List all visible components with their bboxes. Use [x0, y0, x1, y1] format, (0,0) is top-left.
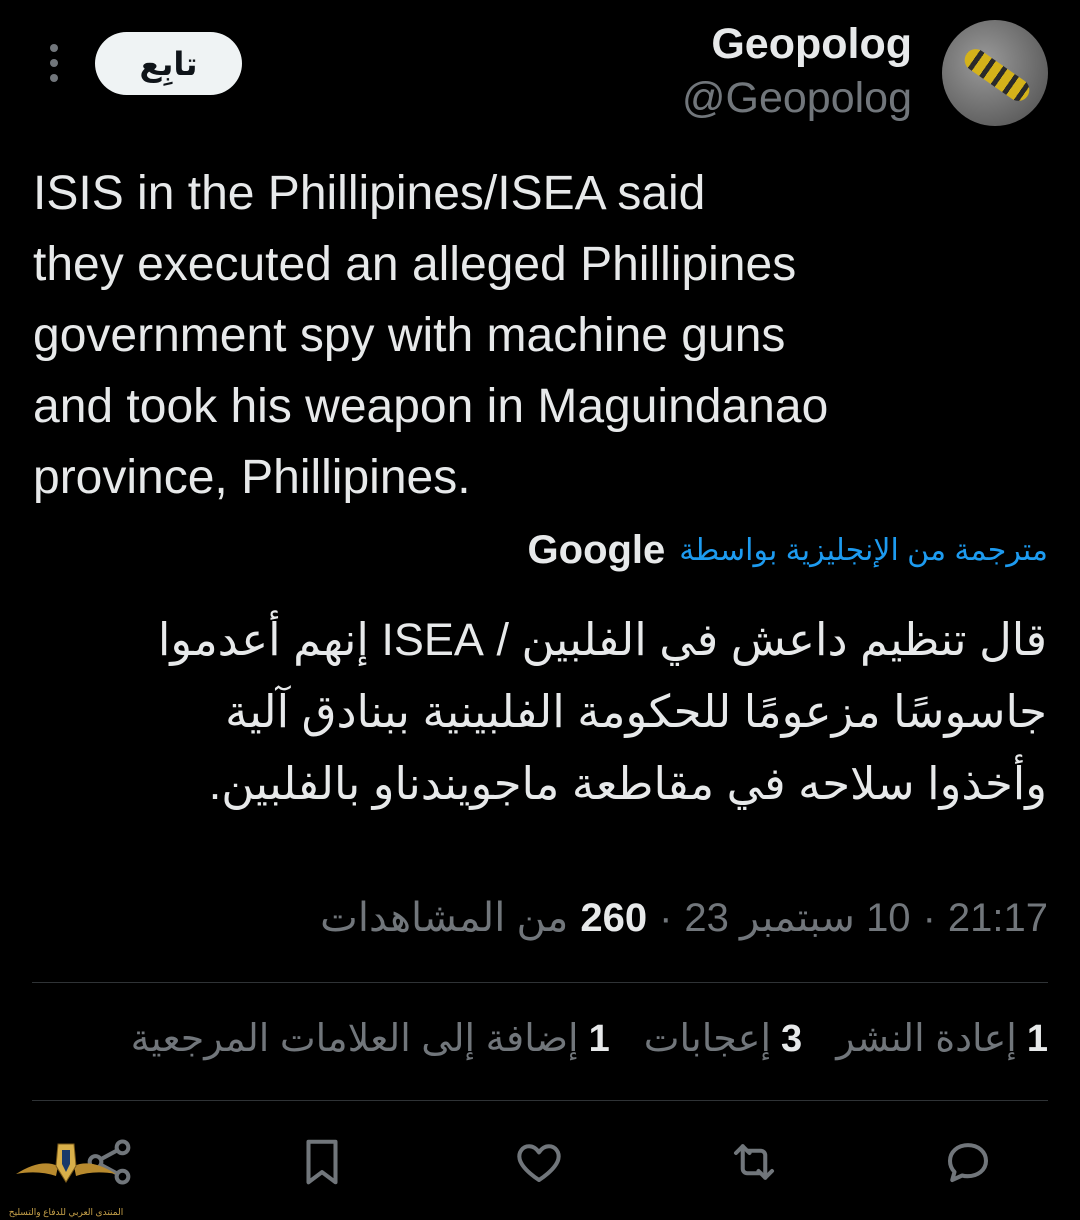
- google-logo: Google: [527, 528, 666, 572]
- divider: [32, 982, 1048, 983]
- likes-stat[interactable]: 3إعجابات: [644, 1016, 802, 1061]
- author-avatar[interactable]: [942, 20, 1048, 126]
- bookmarks-label: إضافة إلى العلامات المرجعية: [130, 1018, 579, 1060]
- tweet-header: Geopolog @Geopolog تابِع: [0, 0, 1080, 140]
- meta-separator: ·: [922, 895, 936, 940]
- tweet-text: ISIS in the Phillipines/ISEA said they e…: [33, 167, 829, 504]
- reply-icon: [947, 1143, 989, 1183]
- follow-button[interactable]: تابِع: [95, 32, 242, 95]
- caterpillar-icon: [960, 44, 1034, 106]
- heart-icon: [517, 1144, 561, 1183]
- retweets-label: إعادة النشر: [836, 1018, 1017, 1060]
- retweet-button[interactable]: [722, 1130, 786, 1194]
- tweet-stats: 1إعادة النشر 3إعجابات 1إضافة إلى العلاما…: [131, 1016, 1048, 1061]
- bookmarks-count: 1: [588, 1018, 610, 1060]
- retweets-stat[interactable]: 1إعادة النشر: [836, 1016, 1048, 1061]
- reply-button[interactable]: [936, 1130, 1000, 1194]
- bookmark-icon: [306, 1139, 338, 1185]
- translation-attribution: مترجمة من الإنجليزية بواسطة Google: [528, 528, 1048, 573]
- views-count: 260: [580, 895, 648, 940]
- shield-wings-icon: [16, 1143, 116, 1183]
- bookmarks-stat[interactable]: 1إضافة إلى العلامات المرجعية: [131, 1016, 610, 1061]
- bookmark-button[interactable]: [290, 1130, 354, 1194]
- divider: [32, 1100, 1048, 1101]
- more-options-icon[interactable]: [48, 44, 60, 82]
- forum-watermark: المنتدى العربي للدفاع والتسليح: [6, 1136, 126, 1220]
- tweet-time[interactable]: 21:17: [948, 896, 1048, 941]
- author-handle[interactable]: @Geopolog: [682, 74, 912, 122]
- author-name[interactable]: Geopolog: [711, 20, 912, 68]
- watermark-text: المنتدى العربي للدفاع والتسليح: [8, 1207, 124, 1217]
- tweet-date[interactable]: 10 سبتمبر 23: [684, 895, 910, 941]
- retweets-count: 1: [1026, 1018, 1048, 1060]
- likes-label: إعجابات: [643, 1018, 772, 1060]
- views-label: من المشاهدات: [320, 896, 569, 940]
- translated-label[interactable]: مترجمة من الإنجليزية بواسطة: [679, 533, 1048, 568]
- like-button[interactable]: [507, 1130, 571, 1194]
- retweet-icon: [733, 1144, 775, 1180]
- tweet-meta: 21:17 · 10 سبتمبر 23 · 260 من المشاهدات: [320, 895, 1048, 941]
- tweet-translation: قال تنظيم داعش في الفلبين / ISEA إنهم أع…: [157, 614, 1047, 809]
- action-bar: [0, 1130, 1080, 1200]
- likes-count: 3: [781, 1018, 803, 1060]
- meta-separator: ·: [659, 895, 673, 940]
